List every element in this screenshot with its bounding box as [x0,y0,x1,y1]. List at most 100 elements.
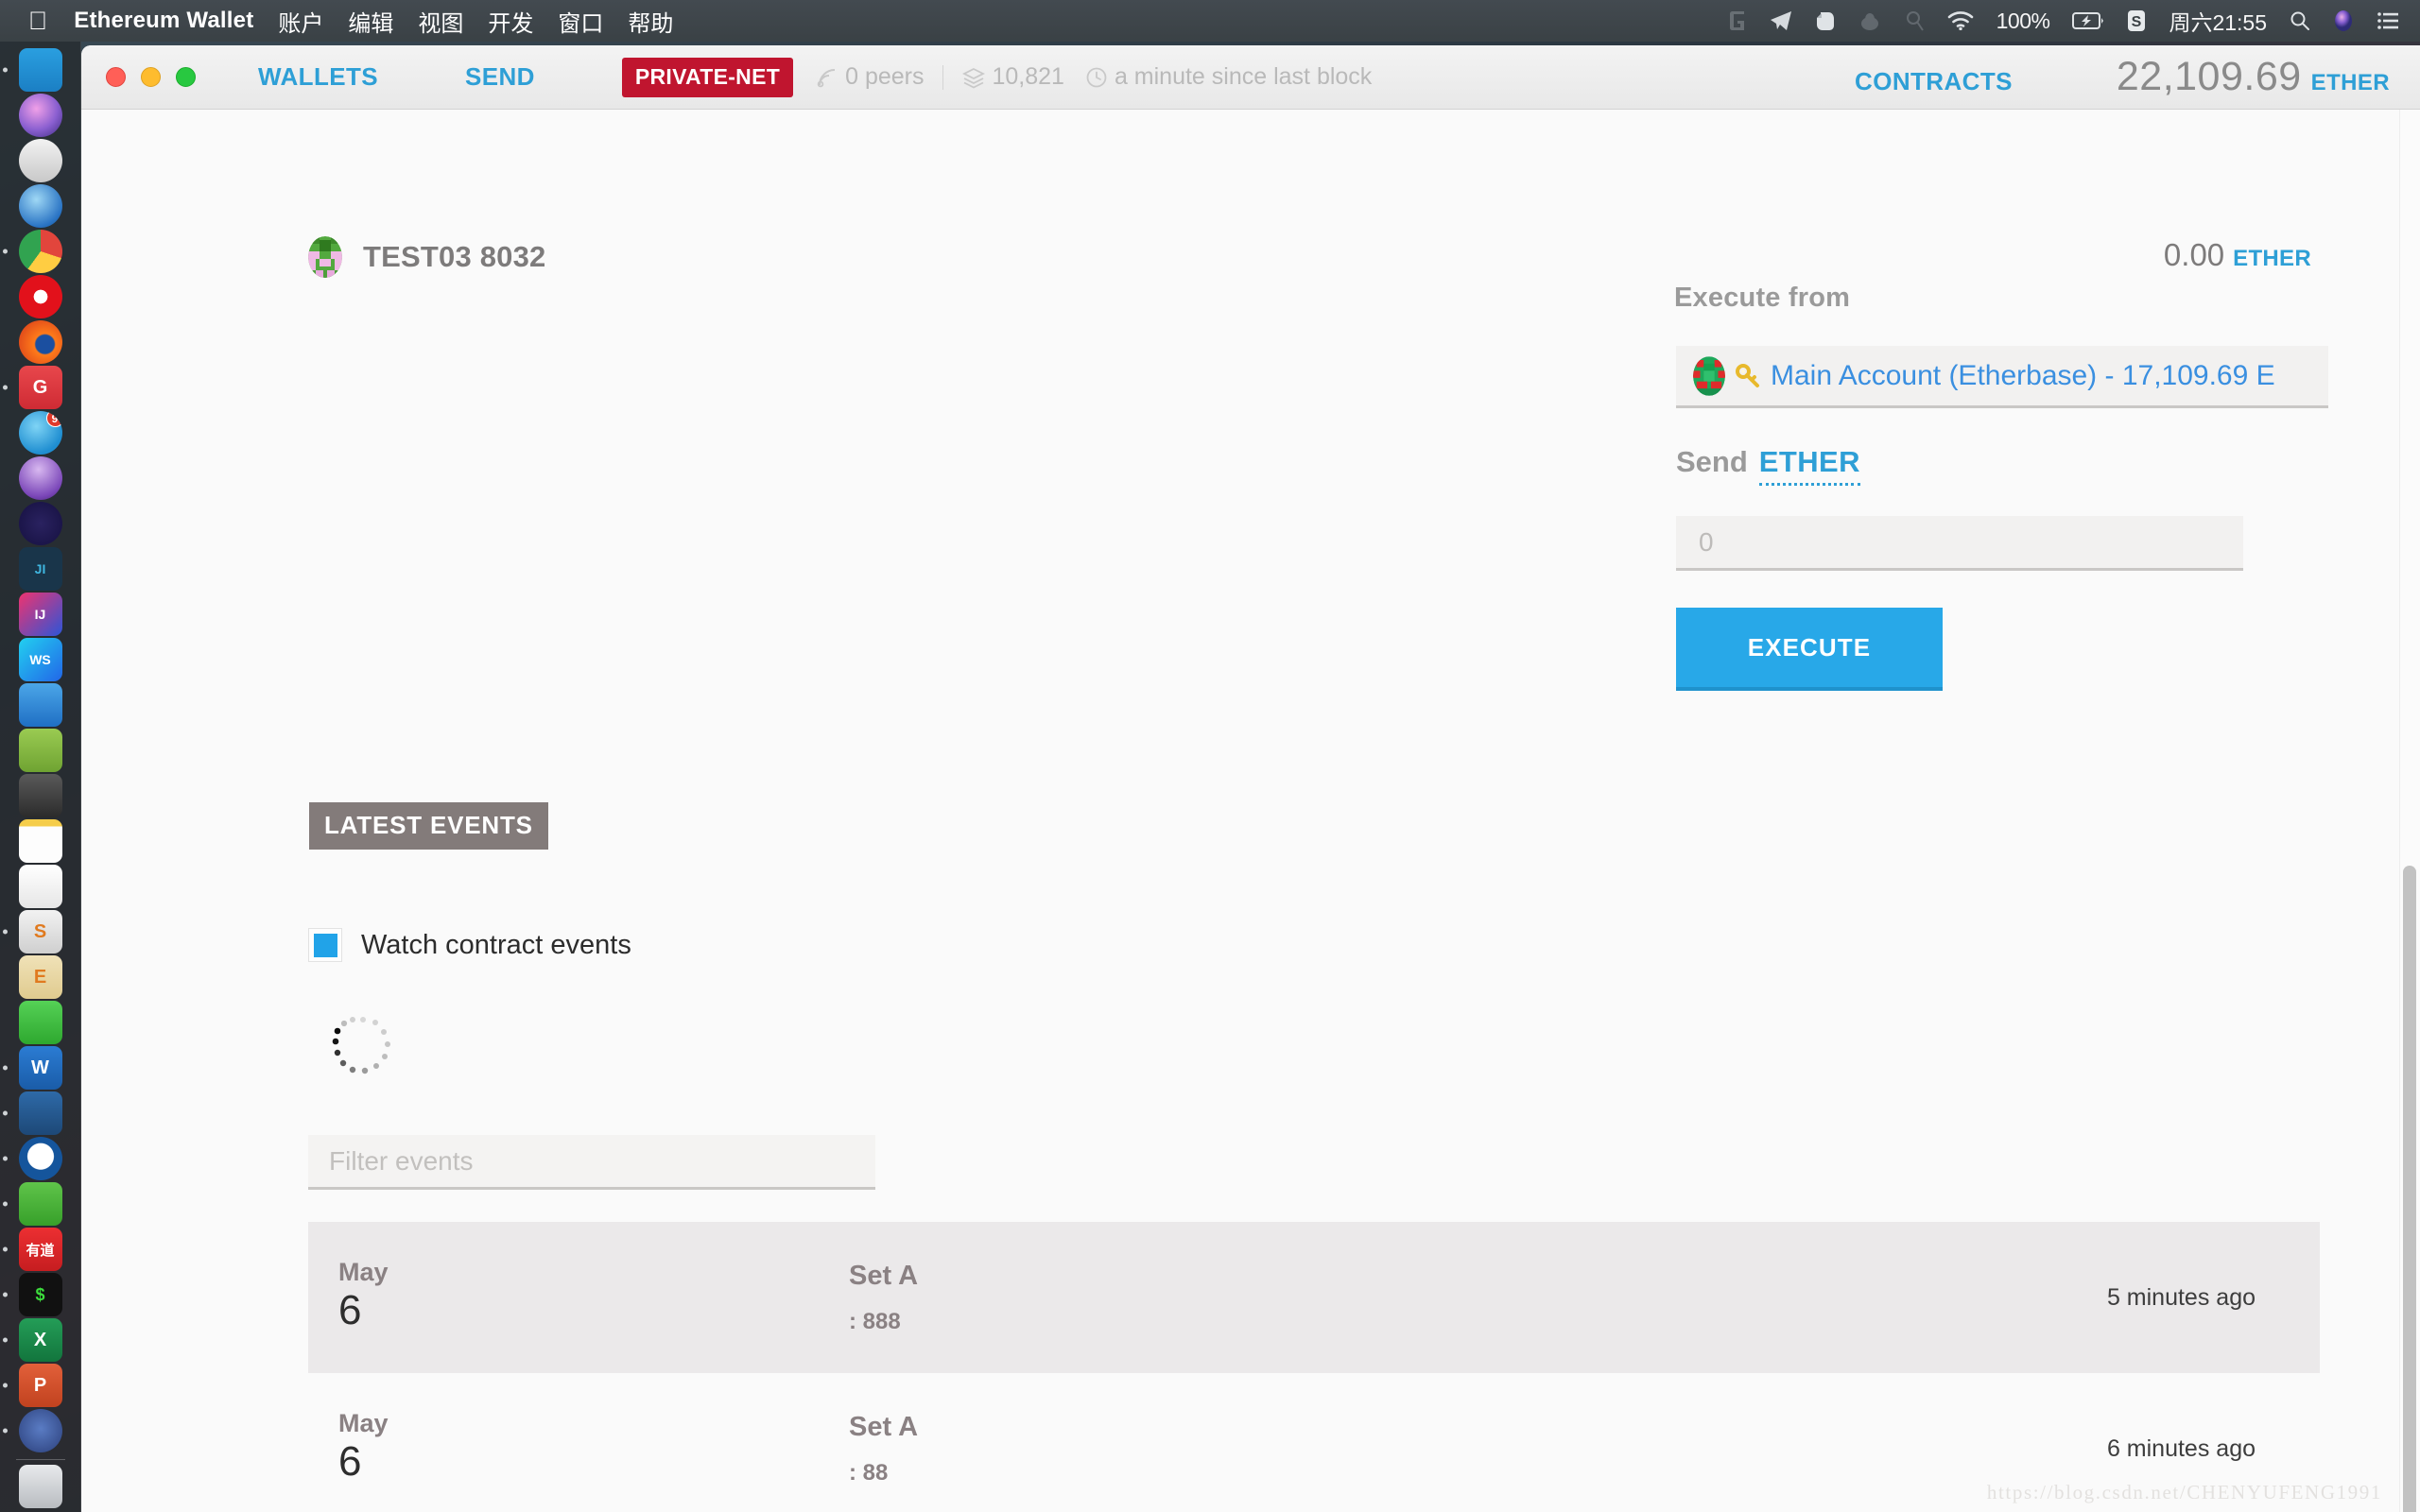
spotlight-search-icon[interactable] [2290,10,2310,31]
contract-name-label: TEST03 8032 [363,240,546,273]
toolbar-right-group: CONTRACTS 22,109.69 ETHER [1855,54,2420,100]
dock-icon-notes[interactable] [18,819,62,863]
minimize-button[interactable] [141,67,161,87]
dock-icon-navy-app[interactable] [18,502,62,545]
execute-from-label: Execute from [1674,283,1851,313]
checkbox-checked-icon [313,933,337,957]
dock-icon-purple-app[interactable] [18,456,62,500]
dock-icon-trash[interactable] [18,1465,62,1508]
vertical-scrollbar-track[interactable] [2399,110,2420,1512]
menubar-clock[interactable]: 周六21:55 [2169,5,2267,37]
send-ether-row: Send ETHER [1676,445,1860,486]
menubar-app-title[interactable]: Ethereum Wallet [74,8,253,34]
dock-row [0,728,81,773]
battery-charging-icon[interactable] [2072,11,2104,30]
block-number-label: 10,821 [992,63,1064,90]
dock-icon-xcode[interactable] [18,683,62,727]
dropbox-icon[interactable] [1858,10,1881,31]
dock-icon-android-studio[interactable] [18,729,62,772]
close-button[interactable] [106,67,126,87]
dock-icon-cytoscape[interactable] [18,1001,62,1044]
event-row[interactable]: May 6 Set A: 888 5 minutes ago [308,1222,2320,1373]
dock-icon-microsoft-excel[interactable]: X [18,1318,62,1362]
dock-running-indicator [2,1292,8,1297]
event-details: Set A: 888 [849,1261,2107,1335]
dock-icon-app-store[interactable]: 9 [18,411,62,455]
dock-row: 有道 [0,1227,81,1272]
dock-icon-text-editor[interactable] [18,865,62,908]
network-badge[interactable]: PRIVATE-NET [621,57,794,97]
dock-icon-terminal[interactable]: $ [18,1273,62,1316]
dock-row: W [0,1045,81,1091]
alfred-icon[interactable] [1904,9,1925,32]
dock-icon-intellij-idea[interactable]: IJ [18,593,62,636]
macos-menubar:  Ethereum Wallet 账户 编辑 视图 开发 窗口 帮助 [0,0,2420,42]
event-date: May 6 [338,1410,849,1486]
dock-row [0,1408,81,1453]
window-traffic-lights [106,67,196,87]
send-currency-selector[interactable]: ETHER [1758,445,1860,486]
dock-row [0,773,81,818]
events-list: May 6 Set A: 888 5 minutes ago May 6 Set A: 88… [308,1222,2320,1512]
menu-item-accounts[interactable]: 账户 [278,5,323,38]
status-divider [942,64,944,90]
menu-item-view[interactable]: 视图 [418,5,463,38]
dock-icon-ethereum-wallet[interactable] [18,1409,62,1452]
dock-icon-mysql-workbench[interactable] [18,1091,62,1135]
nav-wallets[interactable]: WALLETS [258,62,378,92]
execute-button[interactable]: EXECUTE [1676,608,1943,691]
dock-icon-siri[interactable] [18,94,62,137]
notification-center-icon[interactable] [2377,11,2399,30]
event-details: Set A: 88 [849,1412,2107,1486]
nav-contracts[interactable]: CONTRACTS [1855,67,2013,96]
dock-icon-microsoft-word[interactable]: W [18,1046,62,1090]
dock-row [0,183,81,229]
menu-item-edit[interactable]: 编辑 [348,5,393,38]
evernote-icon[interactable] [1815,9,1836,32]
dock-icon-opera[interactable] [18,275,62,318]
dock-icon-evernote[interactable] [18,1182,62,1226]
nav-send[interactable]: SEND [465,62,535,92]
dock-icon-jetbrains-toolbox[interactable]: JI [18,547,62,591]
vertical-scrollbar-thumb[interactable] [2403,866,2416,1512]
dock-icon-chrome[interactable] [18,230,62,273]
execute-from-account-select[interactable]: Main Account (Etherbase) - 17,109.69 E [1676,346,2328,408]
wallet-total-balance: 22,109.69 [2116,54,2302,99]
dock-row: P [0,1363,81,1408]
menu-item-window[interactable]: 窗口 [558,5,603,38]
dock-row [0,818,81,864]
watch-contract-events-row[interactable]: Watch contract events [308,928,631,962]
dock-icon-microsoft-powerpoint[interactable]: P [18,1364,62,1407]
dock-icon-firefox[interactable] [18,320,62,364]
dock-row: E [0,954,81,1000]
event-day: 6 [338,1286,362,1333]
filter-events-input[interactable] [308,1135,875,1190]
dock-row [0,47,81,93]
dock-icon-safari[interactable] [18,184,62,228]
menu-item-develop[interactable]: 开发 [488,5,533,38]
send-amount-input[interactable] [1676,516,2243,571]
dock-icon-navicat[interactable] [18,1137,62,1180]
dock-icon-launchpad[interactable] [18,139,62,182]
dock-row [0,455,81,501]
dock-icon-ethereum-mist[interactable] [18,774,62,817]
g-app-icon[interactable] [1728,9,1747,32]
dock-icon-gitter[interactable]: G [18,366,62,409]
dock-icon-webstorm[interactable]: WS [18,638,62,681]
dock-icon-ejdb-app[interactable]: E [18,955,62,999]
dock-icon-sublime-text[interactable]: S [18,910,62,954]
dock-icon-finder[interactable] [18,48,62,92]
node-status-group: 0 peers 10,821 a minute since last block [816,63,1372,91]
menu-item-help[interactable]: 帮助 [628,5,673,38]
dock-row [0,1181,81,1227]
dock-row [0,1091,81,1136]
watch-contract-events-checkbox[interactable] [308,928,342,962]
wifi-icon[interactable] [1947,11,1974,30]
telegram-icon[interactable] [1770,10,1792,31]
sogou-input-icon[interactable]: S [2127,9,2146,32]
zoom-button[interactable] [176,67,196,87]
siri-icon[interactable] [2333,9,2354,32]
apple-logo-icon[interactable]:  [28,8,47,34]
dock-icon-youdao-dict[interactable]: 有道 [18,1228,62,1271]
dock-row: X [0,1317,81,1363]
